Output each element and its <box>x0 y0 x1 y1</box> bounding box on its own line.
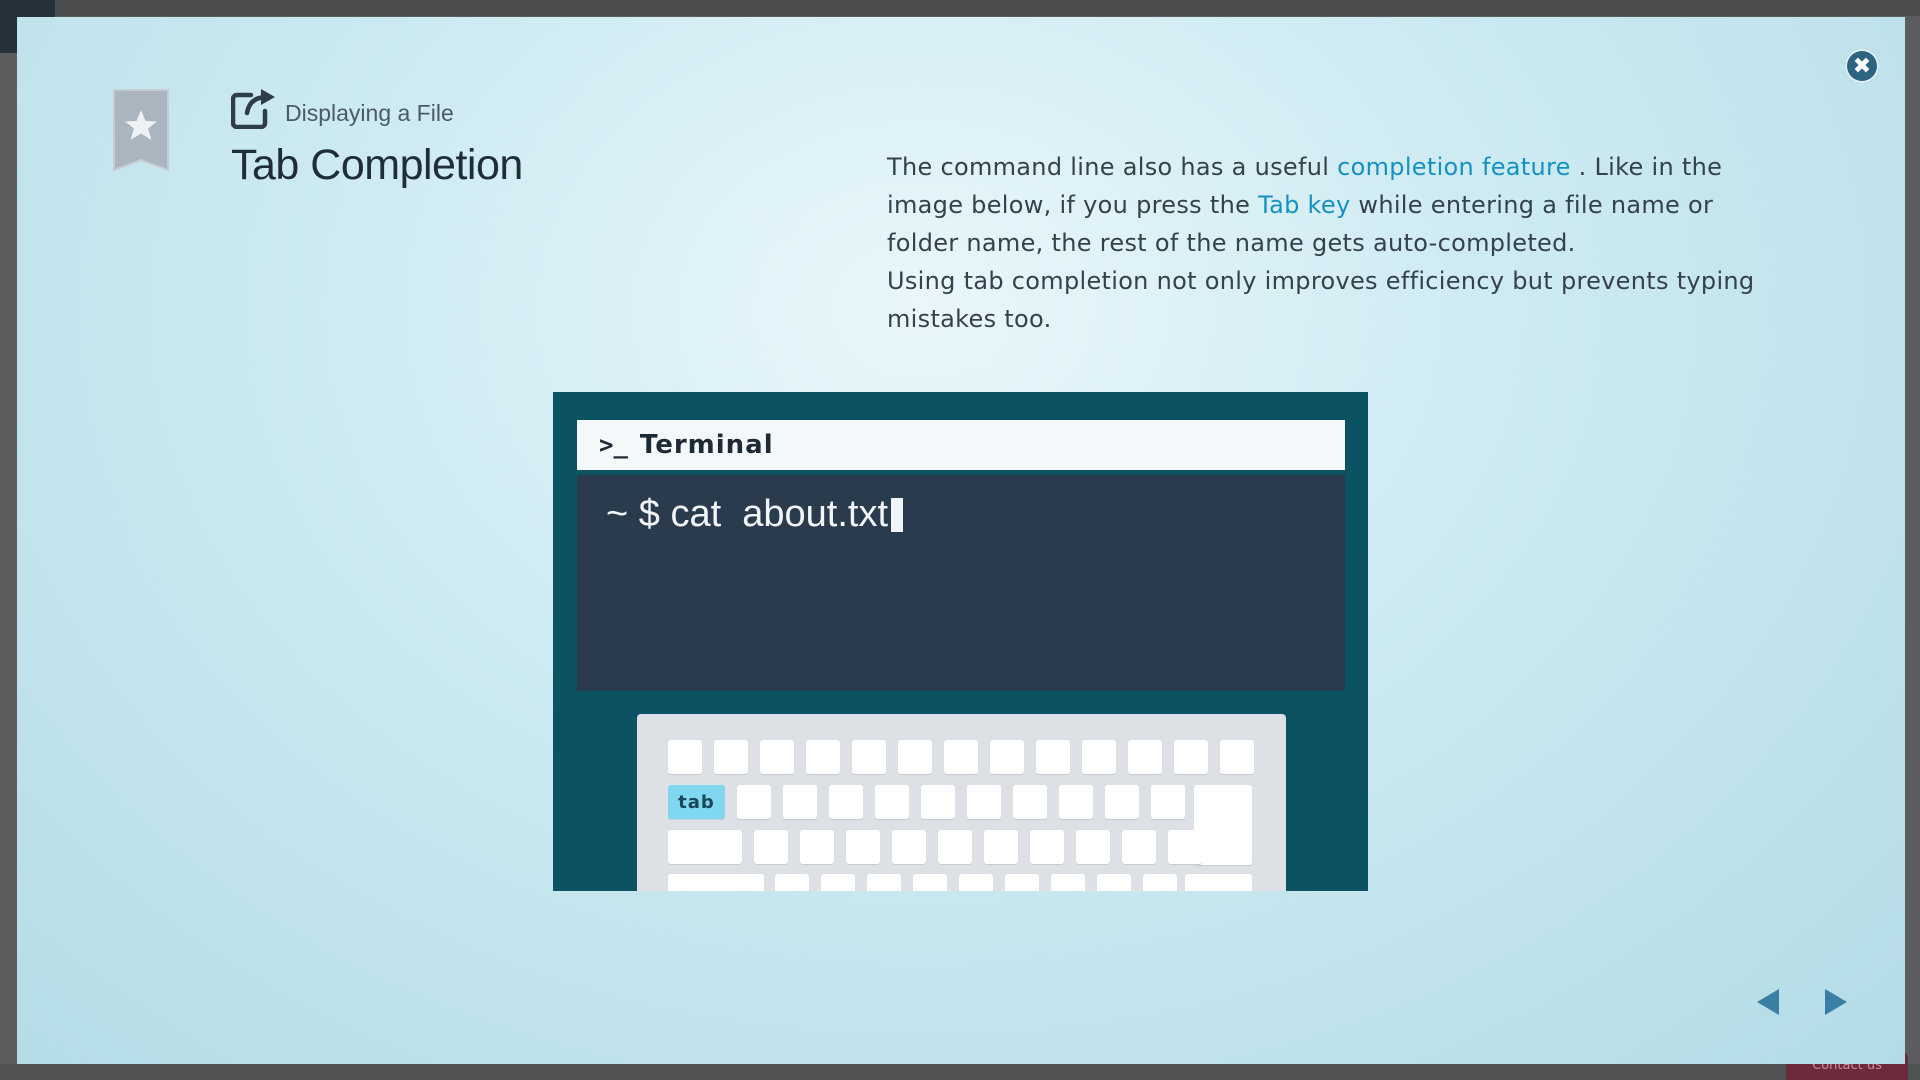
keyboard-key <box>867 874 901 891</box>
lesson-description: The command line also has a useful compl… <box>887 148 1767 338</box>
breadcrumb-label: Displaying a File <box>285 100 454 126</box>
keyboard-key <box>668 874 764 891</box>
terminal-title: Terminal <box>639 430 774 460</box>
keyboard-key <box>829 785 863 819</box>
description-paragraph-1: The command line also has a useful compl… <box>887 148 1767 262</box>
arrow-right-icon <box>1825 989 1847 1015</box>
keyboard-key <box>921 785 955 819</box>
keyboard-key <box>1076 830 1110 864</box>
keyboard-key <box>1013 785 1047 819</box>
keyboard-key <box>1005 874 1039 891</box>
keyboard-key <box>806 740 840 774</box>
keyboard-key <box>714 740 748 774</box>
keyboard-key <box>944 740 978 774</box>
keyboard-key <box>737 785 771 819</box>
tab-key: tab <box>668 785 725 819</box>
keyboard-key <box>898 740 932 774</box>
keyboard-key <box>1051 874 1085 891</box>
previous-button[interactable] <box>1751 985 1785 1019</box>
keyboard-key <box>1097 874 1131 891</box>
terminal-command-line: ~ $ cat about.txt <box>606 493 904 536</box>
keyboard-key <box>967 785 1001 819</box>
bookmark-star-icon <box>113 89 169 172</box>
keyboard-key <box>783 785 817 819</box>
keyboard-key <box>668 740 702 774</box>
keyboard-key <box>1128 740 1162 774</box>
tab-key-link[interactable]: Tab key <box>1258 191 1350 219</box>
keyboard-key <box>821 874 855 891</box>
terminal-command-text: ~ $ cat about.txt <box>606 493 889 535</box>
keyboard-illustration: tab <box>637 714 1286 891</box>
keyboard-key <box>775 874 809 891</box>
keyboard-key <box>1122 830 1156 864</box>
keyboard-key <box>800 830 834 864</box>
page-title: Tab Completion <box>231 141 523 189</box>
next-button[interactable] <box>1819 985 1853 1019</box>
keyboard-key <box>754 830 788 864</box>
completion-feature-link[interactable]: completion feature <box>1337 153 1571 181</box>
enter-key <box>1194 785 1252 865</box>
keyboard-key <box>1220 740 1254 774</box>
bookmark-button[interactable] <box>112 88 170 172</box>
keyboard-key <box>1143 874 1177 891</box>
keyboard-key <box>1105 785 1139 819</box>
description-paragraph-2: Using tab completion not only improves e… <box>887 267 1755 333</box>
keyboard-key <box>760 740 794 774</box>
keyboard-key <box>1082 740 1116 774</box>
terminal-cursor <box>891 497 904 532</box>
description-text: The command line also has a useful <box>887 153 1338 181</box>
background-bottom-bar <box>0 1064 1920 1080</box>
lesson-modal: ✖ Displaying a File Tab Completion The c… <box>17 17 1905 1064</box>
keyboard-key <box>875 785 909 819</box>
tab-completion-illustration: >_ Terminal ~ $ cat about.txt tab <box>553 392 1368 891</box>
close-button[interactable]: ✖ <box>1845 49 1879 83</box>
keyboard-key <box>1168 830 1202 864</box>
keyboard-key <box>1036 740 1070 774</box>
keyboard-key <box>852 740 886 774</box>
keyboard-key <box>990 740 1024 774</box>
keyboard-key <box>1174 740 1208 774</box>
keyboard-key <box>1059 785 1093 819</box>
close-icon: ✖ <box>1852 53 1872 79</box>
keyboard-key <box>938 830 972 864</box>
background-top-bar <box>0 0 1920 16</box>
lesson-header: Displaying a File Tab Completion <box>231 87 523 190</box>
external-link-icon[interactable] <box>231 87 277 129</box>
keyboard-key <box>668 830 742 864</box>
keyboard-key <box>1030 830 1064 864</box>
terminal-prompt-icon: >_ <box>599 431 628 459</box>
keyboard-key <box>1185 874 1252 891</box>
keyboard-key <box>846 830 880 864</box>
keyboard-key <box>892 830 926 864</box>
keyboard-key <box>959 874 993 891</box>
terminal-titlebar: >_ Terminal <box>577 420 1345 470</box>
arrow-left-icon <box>1757 989 1779 1015</box>
keyboard-key <box>913 874 947 891</box>
keyboard-key <box>1151 785 1185 819</box>
keyboard-key <box>984 830 1018 864</box>
terminal-body: ~ $ cat about.txt <box>577 475 1345 691</box>
breadcrumb: Displaying a File <box>231 87 523 129</box>
